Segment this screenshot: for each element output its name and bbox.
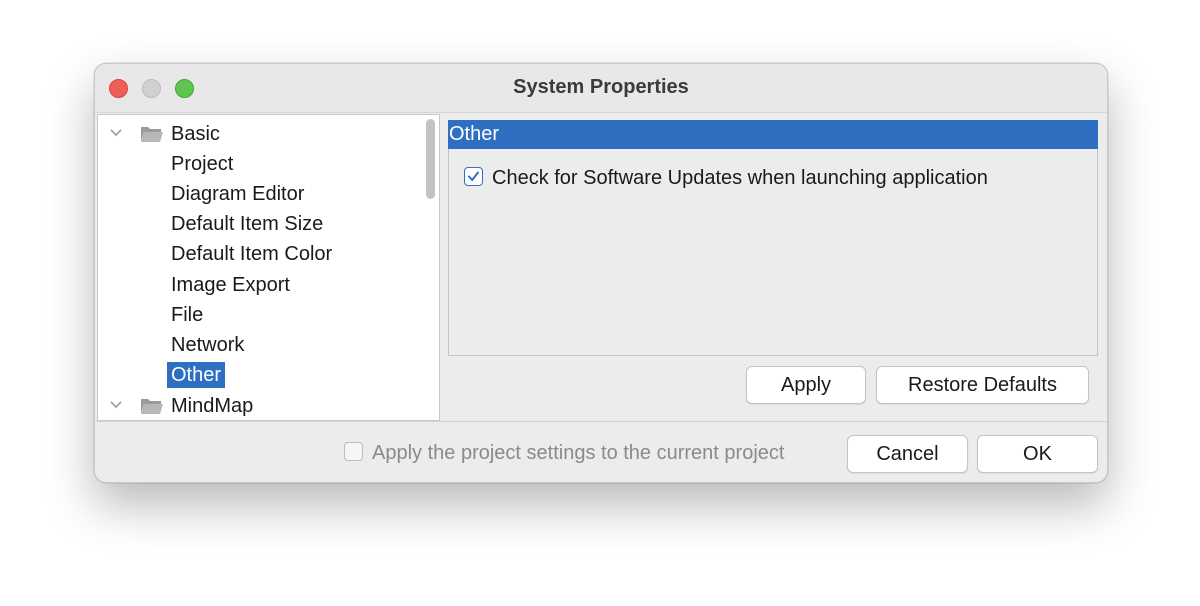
folder-open-icon	[141, 127, 163, 142]
tree-item-label: File	[171, 304, 204, 326]
chevron-down-icon[interactable]	[108, 125, 124, 141]
cancel-button[interactable]: Cancel	[847, 435, 968, 473]
settings-tree[interactable]: Basic Project Diagram Editor Default Ite…	[97, 114, 440, 421]
tree-item-other[interactable]: Other	[167, 361, 226, 389]
tree-item-label: Basic	[171, 123, 220, 145]
folder-open-icon	[141, 399, 163, 414]
apply-project-settings-option[interactable]: Apply the project settings to the curren…	[344, 442, 784, 465]
system-properties-window: System Properties Basic Project Diagram …	[94, 63, 1108, 483]
apply-project-settings-checkbox[interactable]	[344, 442, 363, 462]
tree-item-diagram-editor[interactable]: Diagram Editor	[167, 180, 308, 208]
tree-item-default-item-color[interactable]: Default Item Color	[167, 240, 336, 268]
tree-item-label: Diagram Editor	[171, 183, 305, 205]
tree-item-label: Image Export	[171, 274, 290, 296]
tree-item-network[interactable]: Network	[167, 331, 248, 359]
footer-divider	[95, 421, 1107, 422]
checkmark-icon	[468, 171, 479, 182]
tree-item-mindmap[interactable]: MindMap	[98, 392, 257, 420]
title-bar[interactable]: System Properties	[95, 64, 1107, 113]
tree-item-label: MindMap	[171, 395, 254, 417]
restore-defaults-button[interactable]: Restore Defaults	[876, 366, 1089, 404]
tree-item-basic[interactable]: Basic	[98, 120, 224, 148]
apply-project-settings-label: Apply the project settings to the curren…	[372, 442, 785, 464]
tree-item-default-item-size[interactable]: Default Item Size	[167, 210, 327, 238]
window-title: System Properties	[513, 76, 689, 98]
check-updates-option[interactable]: Check for Software Updates when launchin…	[464, 167, 988, 190]
tree-item-label: Default Item Color	[171, 243, 333, 265]
panel-header: Other	[448, 120, 1098, 149]
tree-item-image-export[interactable]: Image Export	[167, 271, 294, 299]
tree-item-label: Default Item Size	[171, 213, 324, 235]
tree-item-label: Network	[171, 334, 245, 356]
tree-item-label: Project	[171, 153, 234, 175]
tree-item-project[interactable]: Project	[167, 150, 237, 178]
tree-item-file[interactable]: File	[167, 301, 207, 329]
tree-item-label: Other	[167, 362, 226, 388]
settings-panel: Check for Software Updates when launchin…	[448, 149, 1098, 356]
check-updates-checkbox[interactable]	[464, 167, 483, 187]
ok-button[interactable]: OK	[977, 435, 1098, 473]
check-updates-label: Check for Software Updates when launchin…	[492, 167, 988, 189]
tree-scrollbar[interactable]	[426, 119, 435, 199]
apply-button[interactable]: Apply	[746, 366, 866, 404]
chevron-down-icon[interactable]	[108, 397, 124, 413]
